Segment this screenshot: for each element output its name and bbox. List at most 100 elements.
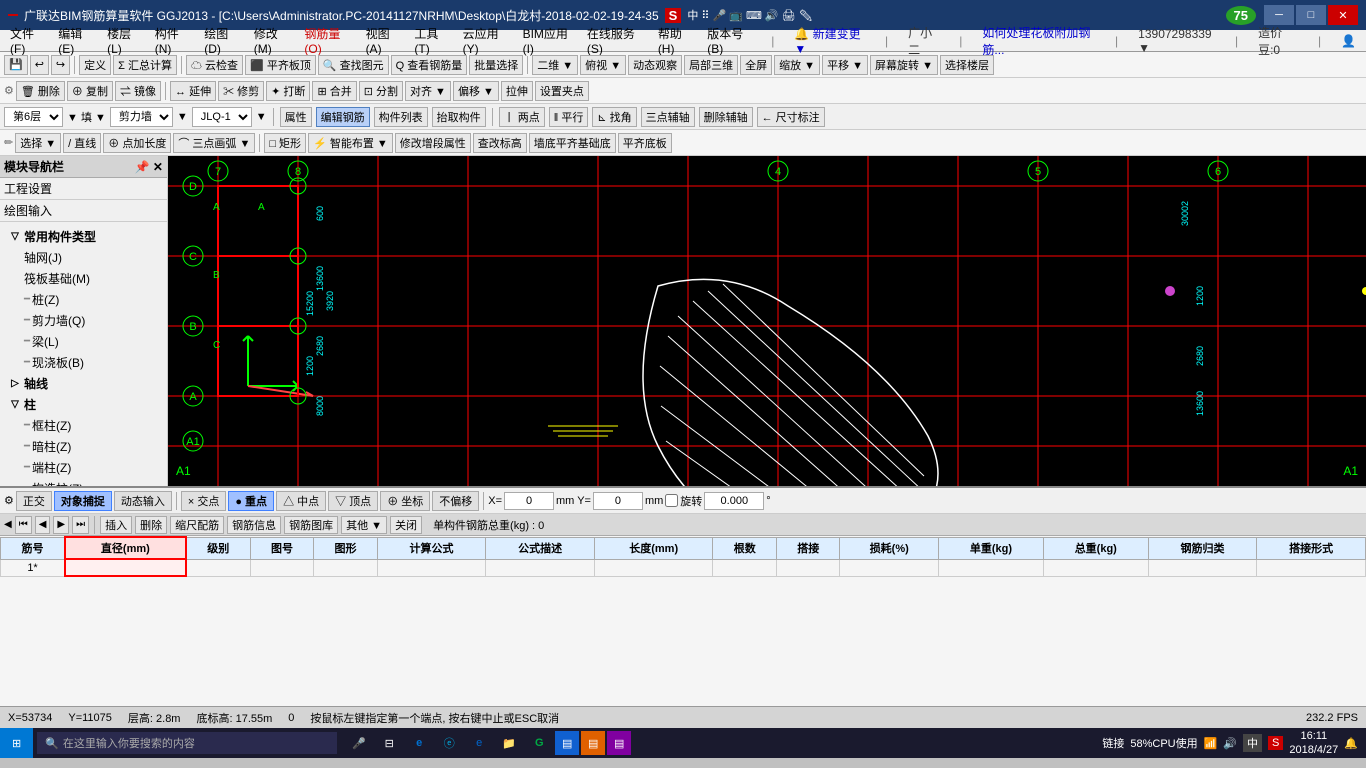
tree-axis[interactable]: ▷轴线 <box>0 373 167 394</box>
toolbar-undo[interactable]: ↩ <box>30 55 49 75</box>
toolbar-del-axis[interactable]: 删除辅轴 <box>699 107 753 127</box>
menu-online[interactable]: 在线服务(S) <box>581 23 652 58</box>
toolbar-align[interactable]: 对齐 ▼ <box>405 81 451 101</box>
toolbar-copy[interactable]: ⊕ 复制 <box>67 81 113 101</box>
toolbar-find[interactable]: 🔍 查找图元 <box>318 55 389 75</box>
sidebar-pin-button[interactable]: 📌 ✕ <box>135 160 163 174</box>
nav-last[interactable]: ⏭ <box>72 516 89 534</box>
toolbar-zoom[interactable]: 缩放 ▼ <box>774 55 820 75</box>
toolbar-trim[interactable]: ✂ 修剪 <box>218 81 264 101</box>
toolbar-two-point[interactable]: 丨 两点 <box>499 107 545 127</box>
taskbar-icon-folder[interactable]: 📁 <box>495 729 523 757</box>
toolbar-rect[interactable]: □ 矩形 <box>264 133 306 153</box>
menu-cloud[interactable]: 云应用(Y) <box>457 23 517 58</box>
cad-canvas-area[interactable]: 7 8 4 5 6 D C B A A1 600 13600 2680 <box>168 156 1366 486</box>
resize-handle[interactable]: ◀ <box>4 519 12 530</box>
notification-icon[interactable]: 🔔 <box>1344 737 1358 750</box>
wall-type-dropdown[interactable]: 剪力墙 <box>110 107 173 127</box>
snap-settings-icon[interactable]: ⚙ <box>4 494 14 507</box>
toolbar-dynamic[interactable]: 动态观察 <box>628 55 682 75</box>
toolbar-angle-point[interactable]: ⊾ 找角 <box>592 107 636 127</box>
tree-struct-col[interactable]: ━ 构造柱(Z) <box>0 478 167 486</box>
taskbar-icon-app2[interactable]: ▤ <box>581 731 605 755</box>
toolbar-extend[interactable]: ↔ 延伸 <box>170 81 216 101</box>
snap-no-offset[interactable]: 不偏移 <box>432 491 479 511</box>
rotate-checkbox[interactable] <box>665 494 678 507</box>
snap-center[interactable]: ● 重点 <box>228 491 274 511</box>
taskbar-icon-app3[interactable]: ▤ <box>607 731 631 755</box>
toolbar-rotate-screen[interactable]: 屏幕旋转 ▼ <box>870 55 938 75</box>
start-button[interactable]: ⊞ <box>0 728 33 758</box>
menu-version[interactable]: 版本号(B) <box>701 23 761 58</box>
taskbar-icon-app1[interactable]: ▤ <box>555 731 579 755</box>
toolbar-line[interactable]: / 直线 <box>63 133 101 153</box>
toolbar-wall-bottom[interactable]: 墙底平齐基础底 <box>529 133 616 153</box>
snap-intersection[interactable]: × 交点 <box>181 491 226 511</box>
nav-next[interactable]: ▶ <box>53 516 69 534</box>
snap-dynamic[interactable]: 动态输入 <box>114 491 172 511</box>
tree-raft-foundation[interactable]: 筏板基础(M) <box>0 268 167 289</box>
nav-prev[interactable]: ◀ <box>35 516 51 534</box>
toolbar-mirror[interactable]: ⇌ 镜像 <box>115 81 161 101</box>
tree-axisnet[interactable]: 轴网(J) <box>0 247 167 268</box>
cell-diameter[interactable] <box>65 559 186 576</box>
toolbar-batch[interactable]: 批量选择 <box>469 55 523 75</box>
toolbar-offset[interactable]: 偏移 ▼ <box>453 81 499 101</box>
taskbar-search[interactable]: 🔍 在这里输入你要搜索的内容 <box>37 732 337 754</box>
toolbar-floor-level[interactable]: ⬛ 平齐板顶 <box>245 55 316 75</box>
snap-ortho[interactable]: 正交 <box>16 491 52 511</box>
toolbar-delete[interactable]: 🗑 删除 <box>16 81 65 101</box>
menu-rebar[interactable]: 钢筋量(O) <box>298 23 359 58</box>
tree-pile[interactable]: ━ 桩(Z) <box>0 289 167 310</box>
toolbar-edit-rebar[interactable]: 编辑钢筋 <box>316 107 370 127</box>
toolbar-mod-segment[interactable]: 修改增段属性 <box>395 133 471 153</box>
toolbar-save[interactable]: 💾 <box>4 55 28 75</box>
table-row[interactable]: 1* <box>1 559 1366 576</box>
toolbar-calculate[interactable]: Σ 汇总计算 <box>113 55 177 75</box>
taskbar-icon-taskview[interactable]: ⊟ <box>375 729 403 757</box>
menu-tools[interactable]: 工具(T) <box>408 23 456 58</box>
nav-rebar-info[interactable]: 钢筋信息 <box>227 516 281 534</box>
menu-file[interactable]: 文件(F) <box>4 23 52 58</box>
toolbar-properties[interactable]: 属性 <box>280 107 312 127</box>
toolbar-floor-align[interactable]: 平齐底板 <box>618 133 672 153</box>
toolbar-pickup[interactable]: 抬取构件 <box>432 107 486 127</box>
toolbar-2d[interactable]: 二维 ▼ <box>532 55 578 75</box>
toolbar-view-top[interactable]: 俯视 ▼ <box>580 55 626 75</box>
toolbar-local-3d[interactable]: 局部三维 <box>684 55 738 75</box>
nav-insert[interactable]: 插入 <box>100 516 132 534</box>
menu-edit[interactable]: 编辑(E) <box>52 23 101 58</box>
toolbar-check-height[interactable]: 查改标高 <box>473 133 527 153</box>
project-setup-btn[interactable]: 工程设置 <box>0 178 167 200</box>
nav-rebar-lib[interactable]: 钢筋图库 <box>284 516 338 534</box>
taskbar-icon-ie[interactable]: e <box>405 729 433 757</box>
nav-first[interactable]: ⏮ <box>15 516 32 534</box>
toolbar-select[interactable]: 选择 ▼ <box>15 133 61 153</box>
nav-delete[interactable]: 删除 <box>135 516 167 534</box>
clock-display[interactable]: 16:11 2018/4/27 <box>1289 729 1338 758</box>
menu-component[interactable]: 构件(N) <box>149 23 198 58</box>
toolbar-break[interactable]: ✦ 打断 <box>266 81 310 101</box>
toolbar-point-length[interactable]: ⊕ 点加长度 <box>103 133 171 153</box>
tree-shearwall[interactable]: ━ 剪力墙(Q) <box>0 310 167 331</box>
taskbar-icon-cortana[interactable]: 🎤 <box>345 729 373 757</box>
menu-draw[interactable]: 绘图(D) <box>198 23 247 58</box>
tree-end-col[interactable]: ━ 端柱(Z) <box>0 457 167 478</box>
tree-frame-col[interactable]: ━ 框柱(Z) <box>0 415 167 436</box>
tray-antivirus[interactable]: S <box>1268 736 1283 750</box>
x-input[interactable] <box>504 492 554 510</box>
toolbar-fullscreen[interactable]: 全屏 <box>740 55 772 75</box>
rotate-input[interactable] <box>704 492 764 510</box>
tree-common-types[interactable]: ▽常用构件类型 <box>0 226 167 247</box>
menu-floor[interactable]: 楼层(L) <box>101 23 149 58</box>
nav-other[interactable]: 其他 ▼ <box>341 516 387 534</box>
tray-ime[interactable]: 中 <box>1243 734 1262 752</box>
taskbar-icon-glodon[interactable]: G <box>525 729 553 757</box>
menu-modify[interactable]: 修改(M) <box>248 23 299 58</box>
tree-beam[interactable]: ━ 梁(L) <box>0 331 167 352</box>
snap-midpoint[interactable]: △ 中点 <box>276 491 326 511</box>
toolbar-stretch[interactable]: 拉伸 <box>501 81 533 101</box>
menu-help[interactable]: 帮助(H) <box>652 23 701 58</box>
nav-close[interactable]: 关闭 <box>390 516 422 534</box>
toolbar-component-list[interactable]: 构件列表 <box>374 107 428 127</box>
